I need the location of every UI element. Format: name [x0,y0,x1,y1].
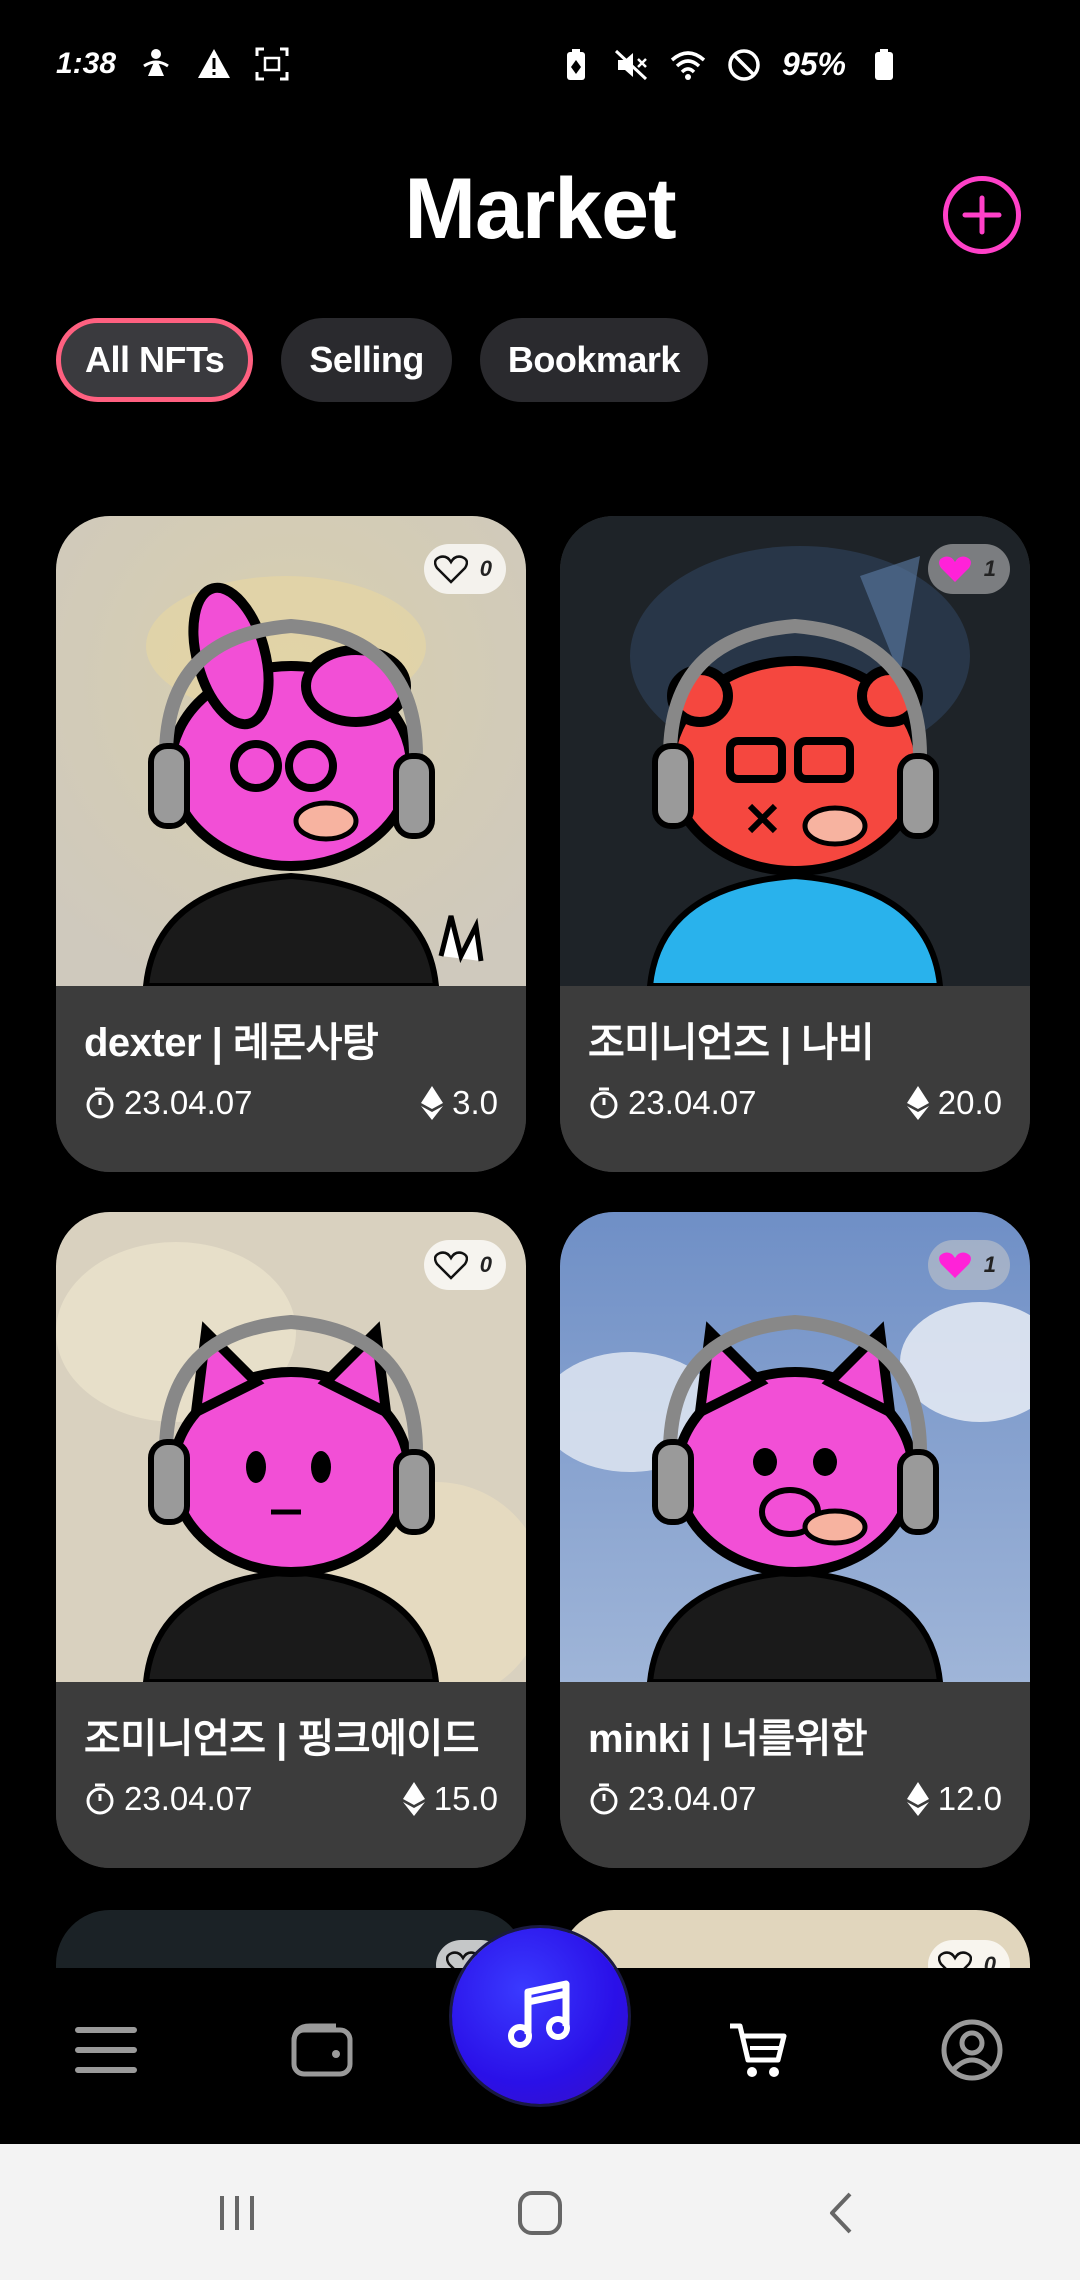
nav-menu[interactable] [66,2010,146,2090]
screenshot-icon [255,47,289,81]
recents-icon [220,2196,254,2230]
back-button[interactable] [808,2178,878,2248]
nft-price: 15.0 [402,1780,498,1818]
like-count: 0 [479,556,492,581]
nav-wallet[interactable] [282,2010,362,2090]
price-text: 3.0 [452,1084,498,1121]
do-not-disturb-icon [728,48,760,81]
wallet-icon [291,2023,353,2077]
tab-bookmark[interactable]: Bookmark [479,318,708,402]
status-left: 1:38 [56,46,290,82]
timer-icon [590,1087,618,1119]
nft-price: 12.0 [906,1780,1002,1818]
price-text: 20.0 [937,1084,1002,1121]
like-button[interactable]: 0 [423,544,506,594]
card-info: minki | 너를위한 23.04.07 12.0 [560,1682,1030,1868]
menu-icon [75,2027,137,2073]
warning-icon [198,49,231,78]
nft-date: 23.04.07 [84,1084,252,1122]
date-text: 23.04.07 [628,1780,757,1817]
like-button[interactable]: 1 [927,544,1010,594]
card-info: 조미니언즈 | 나비 23.04.07 20.0 [560,986,1030,1172]
timer-icon [86,1087,114,1119]
battery-saver-icon [566,48,585,80]
date-text: 23.04.07 [124,1780,253,1817]
nft-image: 1 [560,1212,1030,1682]
recents-button[interactable] [202,2178,272,2248]
heart-filled-icon [938,556,971,582]
back-icon [830,2192,852,2234]
timer-icon [86,1783,114,1815]
heart-filled-icon [938,1252,971,1278]
battery-percent: 95% [781,46,846,82]
nft-name: 조미니언즈 | 핑크에이드 [84,1717,479,1761]
wifi-icon [670,50,706,80]
date-text: 23.04.07 [628,1084,757,1121]
date-text: 23.04.07 [124,1084,253,1121]
home-button[interactable] [505,2178,575,2248]
nav-cart[interactable] [718,2010,798,2090]
status-right: 95% [558,46,902,83]
nft-card[interactable]: 0 조미니언즈 | 핑크에이드 23.04.07 15.0 [56,1212,526,1868]
nft-card[interactable]: 1 조미니언즈 | 나비 23.04.07 20.0 [560,516,1030,1172]
music-button[interactable] [452,1928,628,2104]
nft-name: dexter | 레몬사탕 [84,1021,379,1065]
card-info: dexter | 레몬사탕 23.04.07 3.0 [56,986,526,1172]
filter-tabs: All NFTs Selling Bookmark [56,318,708,402]
ethereum-icon [906,1782,929,1816]
home-icon [518,2191,562,2235]
music-icon [508,1980,570,2048]
like-count: 1 [983,1252,996,1277]
like-button[interactable]: 1 [927,1240,1010,1290]
timer-icon [590,1783,618,1815]
ethereum-icon [421,1086,444,1120]
nft-card[interactable]: 1 minki | 너를위한 23.04.07 12.0 [560,1212,1030,1868]
ethereum-icon [402,1782,425,1816]
plus-icon [962,195,1002,235]
nft-price: 20.0 [906,1084,1002,1122]
like-count: 0 [479,1252,492,1277]
nft-image: 0 [56,1212,526,1682]
nft-date: 23.04.07 [84,1780,252,1818]
nav-profile[interactable] [932,2010,1012,2090]
nft-name: 조미니언즈 | 나비 [588,1021,875,1065]
nft-price: 3.0 [420,1084,498,1122]
price-text: 15.0 [433,1780,498,1817]
heart-outline-icon [433,555,468,584]
card-info: 조미니언즈 | 핑크에이드 23.04.07 15.0 [56,1682,526,1868]
nft-date: 23.04.07 [588,1780,756,1818]
like-count: 1 [983,556,996,581]
nft-card[interactable]: 0 dexter | 레몬사탕 23.04.07 3.0 [56,516,526,1172]
heart-outline-icon [433,1251,468,1280]
tab-all-nfts[interactable]: All NFTs [56,318,254,402]
cart-icon [730,2023,787,2077]
status-bar: 1:38 95% [0,0,1080,120]
mute-icon [614,49,647,80]
nft-image: 1 [560,516,1030,986]
profile-icon [941,2019,1003,2081]
like-button[interactable]: 0 [423,1240,506,1290]
nft-date: 23.04.07 [588,1084,756,1122]
nft-name: minki | 너를위한 [588,1717,868,1761]
status-time: 1:38 [56,47,117,80]
accessibility-icon [143,49,169,76]
tab-selling[interactable]: Selling [281,318,452,402]
system-nav-bar [0,2144,1080,2280]
ethereum-icon [906,1086,929,1120]
price-text: 12.0 [937,1780,1002,1817]
add-nft-button[interactable] [943,176,1021,254]
page-title: Market [404,161,676,257]
battery-icon [875,48,893,80]
nft-image: 0 [56,516,526,986]
